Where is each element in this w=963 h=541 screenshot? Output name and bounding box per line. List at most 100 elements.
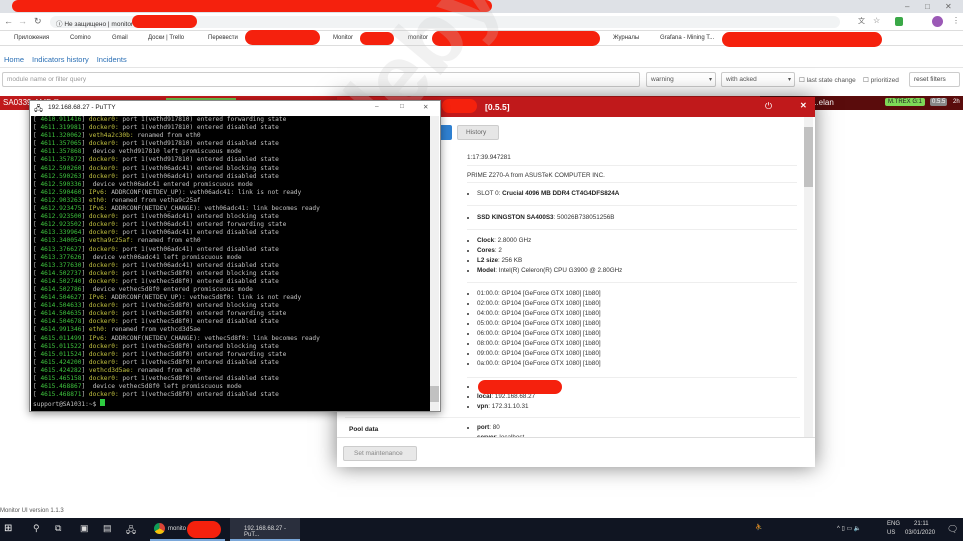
log-message: device veth06adc41 entered promiscuous m… — [88, 180, 253, 188]
gpu-list: 01:00.0: GP104 [GeForce GTX 1080] [1b80]… — [467, 289, 797, 369]
minimize-button[interactable]: – — [905, 2, 909, 11]
bookmark-comino[interactable]: Comino — [70, 35, 91, 41]
tab-history[interactable]: History — [457, 125, 499, 140]
log-message: port 1(vethec5d8f0) entered disabled sta… — [118, 277, 279, 285]
star-icon[interactable]: ☆ — [873, 16, 880, 25]
clock-time[interactable]: 21:11 — [914, 521, 929, 527]
severity-select[interactable]: warning — [646, 72, 716, 87]
log-message: device vethd917810 left promiscuous mode — [88, 148, 242, 156]
divider — [0, 67, 963, 68]
log-message: port 1(vethd917810) entered forwarding s… — [118, 116, 287, 123]
log-message: renamed from vetha9c25af — [107, 196, 201, 204]
power-icon[interactable]: ⏻ — [765, 101, 772, 112]
set-maintenance-button[interactable]: Set maintenance — [343, 446, 417, 461]
nav-indicators-history[interactable]: Indicators history — [32, 55, 89, 64]
search-icon[interactable]: ⚲ — [33, 523, 40, 534]
bookmark-grafana[interactable]: Grafana - Mining T... — [660, 35, 714, 41]
language-indicator[interactable]: ENG — [887, 521, 900, 527]
log-message: port 1(vethec5d8f0) entered disabled sta… — [118, 318, 279, 326]
reset-filters-button[interactable]: reset filters — [909, 72, 960, 87]
terminal-scrollbar[interactable] — [430, 116, 439, 411]
gpu-item: 08:00.0: GP104 [GeForce GTX 1080] [1b80] — [477, 339, 797, 349]
redacted — [245, 30, 320, 45]
log-message: device veth06adc41 left promiscuous mode — [88, 253, 242, 261]
putty-maximize[interactable]: □ — [400, 103, 404, 110]
task-view-icon[interactable]: ⧉ — [55, 523, 61, 534]
taskbar-putty[interactable]: 192.168.68.27 - PuT... — [230, 518, 300, 541]
putty-titlebar: 🖧 192.168.68.27 - PuTTY – □ ✕ — [30, 101, 440, 116]
modal-scrollbar[interactable] — [804, 117, 813, 437]
log-message: ADDRCONF(NETDEV_CHANGE): veth06adc41: li… — [107, 205, 320, 213]
tray-icons[interactable]: ^ ▯ ▭ 🔈 — [837, 525, 861, 532]
nav-home[interactable]: Home — [4, 55, 24, 64]
log-message: port 1(veth06adc41) entered blocking sta… — [118, 213, 279, 221]
terminal-line: [ 4615.468871] docker0: port 1(vethec5d8… — [33, 391, 279, 399]
taskbar-chrome[interactable]: monito — [150, 518, 225, 541]
log-message: device vethec5d8f0 left promiscuous mode — [88, 383, 242, 391]
filter-input[interactable]: module name or filter query — [2, 72, 640, 87]
ram-value: Crucial 4096 MB DDR4 CT4G4DFS824A — [502, 190, 620, 197]
bookmark-journals[interactable]: Журналы — [613, 35, 639, 41]
terminal-line: [ 4612.590263] docker0: port 1(veth06adc… — [33, 172, 279, 180]
bookmark-translate[interactable]: Перевести — [208, 35, 238, 41]
log-timestamp: 4614.502740 — [40, 277, 82, 285]
log-message: renamed from eth0 — [133, 132, 201, 140]
terminal-line: [ 4614.991346] eth0: renamed from vethcd… — [33, 326, 201, 334]
ack-select[interactable]: with acked — [721, 72, 795, 87]
cpu-item-value: : 2.8000 GHz — [494, 237, 532, 244]
terminal-output[interactable]: [ 4610.911416] docker0: port 1(vethd9178… — [31, 116, 431, 411]
cpu-item-key: Clock — [477, 237, 495, 244]
cpu-item-value: : 256 KB — [498, 257, 523, 264]
log-source: docker0: — [88, 156, 119, 164]
gpu-item: 06:00.0: GP104 [GeForce GTX 1080] [1b80] — [477, 329, 797, 339]
miner-badge: M.TREX G:1 — [885, 98, 926, 106]
notifications-icon[interactable]: 🗨 — [947, 524, 958, 535]
cpu-item-key: Model — [477, 267, 496, 274]
terminal-prompt: support@SA1031:~$ — [33, 399, 431, 409]
putty-close[interactable]: ✕ — [423, 103, 428, 111]
bookmark-trello[interactable]: Доски | Trello — [148, 35, 184, 41]
bookmark-monitor[interactable]: Monitor — [333, 35, 353, 41]
terminal-line: [ 4613.377630] docker0: port 1(veth06adc… — [33, 261, 279, 269]
log-source: docker0: — [88, 310, 119, 318]
log-timestamp: 4615.011524 — [40, 350, 82, 358]
close-modal-icon[interactable]: ✕ — [800, 101, 807, 110]
close-button[interactable]: ✕ — [945, 2, 952, 11]
terminal-app-icon[interactable]: ▤ — [103, 523, 112, 534]
prioritized-checkbox[interactable]: ☐ prioritized — [863, 76, 899, 84]
forward-icon[interactable]: → — [18, 16, 27, 26]
bookmark-gmail[interactable]: Gmail — [112, 35, 128, 41]
people-icon[interactable]: ⛹ — [755, 524, 762, 531]
modal-version: [0.5.5] — [485, 102, 510, 112]
translate-icon[interactable]: 文 — [858, 16, 865, 26]
terminal-line: [ 4613.339964] docker0: port 1(veth06adc… — [33, 229, 279, 237]
extension-icon[interactable] — [895, 17, 903, 26]
cpu-list: Clock: 2.8000 GHzCores: 2L2 size: 256 KB… — [467, 236, 797, 276]
menu-icon[interactable]: ⋮ — [952, 16, 960, 25]
reload-icon[interactable]: ↻ — [34, 16, 42, 27]
terminal-line: [ 4612.923475] IPv6: ADDRCONF(NETDEV_CHA… — [33, 205, 320, 213]
bookmark-monitor-2[interactable]: monitor — [408, 35, 428, 41]
terminal-line: [ 4614.502786] device vethec5d8f0 entere… — [33, 285, 253, 293]
calculator-icon[interactable]: ▣ — [80, 523, 89, 534]
log-message: renamed from vethcd3d5ae — [107, 326, 201, 334]
log-timestamp: 4612.590336 — [40, 180, 82, 188]
maximize-button[interactable]: □ — [925, 2, 930, 11]
putty-pinned-icon[interactable]: 🖧 — [126, 523, 136, 539]
ip-item: vpn: 172.31.10.31 — [477, 402, 797, 412]
putty-minimize[interactable]: – — [375, 103, 379, 110]
log-message: device vethec5d8f0 entered promiscuous m… — [88, 285, 253, 293]
bookmark-apps[interactable]: Приложения — [14, 35, 49, 41]
windows-start-icon[interactable]: ⊞ — [4, 523, 12, 534]
last-state-change-checkbox[interactable]: ☐ last state change — [799, 76, 856, 84]
log-message: port 1(vethec5d8f0) entered blocking sta… — [118, 342, 279, 350]
log-source: docker0: — [88, 342, 119, 350]
log-timestamp: 4610.911416 — [40, 116, 82, 123]
terminal-line: [ 4613.340054] vetha9c25af: renamed from… — [33, 237, 201, 245]
back-icon[interactable]: ← — [4, 16, 13, 26]
terminal-line: [ 4613.376627] docker0: port 1(veth06adc… — [33, 245, 279, 253]
profile-avatar[interactable] — [932, 16, 943, 27]
log-source: docker0: — [88, 269, 119, 277]
log-message: port 1(veth06adc41) entered disabled sta… — [118, 172, 279, 180]
nav-incidents[interactable]: Incidents — [97, 55, 127, 64]
